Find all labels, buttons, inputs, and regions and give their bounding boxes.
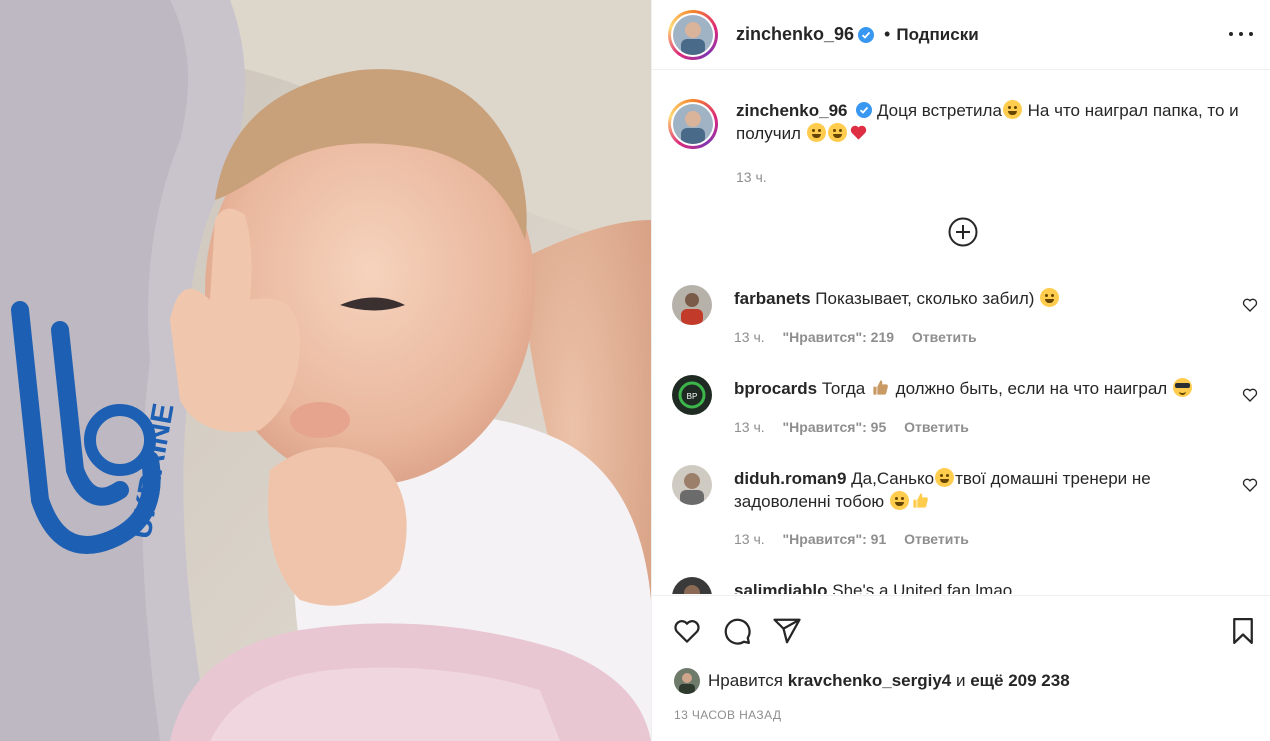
commenter-avatar[interactable]: [672, 285, 712, 325]
laughing-face-emoji-icon: [827, 123, 847, 142]
caption-text-part1: Доця встретила: [876, 101, 1002, 120]
comment-text: salimdiablo She's a United fan lmao: [734, 579, 1234, 594]
comment-time[interactable]: 13 ч.: [734, 329, 765, 345]
save-bookmark-icon[interactable]: [1228, 616, 1258, 646]
author-username[interactable]: zinchenko_96: [736, 24, 854, 45]
post-actions-bar: Нравится kravchenko_sergiy4 и ещё 209 23…: [652, 595, 1270, 741]
verified-badge-icon: [856, 101, 873, 118]
post-header: zinchenko_96 • Подписки: [652, 0, 1270, 70]
comment-likes[interactable]: "Нравится": 91: [783, 531, 887, 547]
commenter-avatar[interactable]: BP: [672, 375, 712, 415]
grinning-sweat-emoji-icon: [935, 468, 955, 487]
comment-like-heart-icon[interactable]: [1242, 387, 1258, 403]
load-more-comments-icon[interactable]: [948, 217, 978, 247]
post-timestamp[interactable]: 13 ЧАСОВ НАЗАД: [674, 708, 781, 722]
likes-middle: и: [955, 671, 966, 690]
reply-button[interactable]: Ответить: [904, 419, 969, 435]
caption-text: zinchenko_96 Доця встретила На что наигр…: [736, 99, 1256, 149]
comment-like-heart-icon[interactable]: [1242, 477, 1258, 493]
reply-button[interactable]: Ответить: [904, 531, 969, 547]
rolling-laughing-emoji-icon: [889, 491, 909, 510]
comment-like-heart-icon[interactable]: [1242, 297, 1258, 313]
comment-time[interactable]: 13 ч.: [734, 531, 765, 547]
comment-likes[interactable]: "Нравится": 219: [783, 329, 894, 345]
author-avatar[interactable]: [668, 9, 718, 60]
thumbs-up-emoji-icon: [871, 378, 890, 397]
liker-username[interactable]: kravchenko_sergiy4: [788, 671, 952, 691]
thumbs-up-emoji-icon: [911, 491, 930, 510]
comment-text: diduh.roman9 Да,Санько твої домашні трене…: [734, 467, 1234, 513]
comment-text: farbanets Показывает, сколько забил): [734, 287, 1234, 310]
photo-illustration: UKRAINE: [0, 0, 651, 741]
caption-timestamp[interactable]: 13 ч.: [736, 169, 767, 185]
like-heart-icon[interactable]: [672, 616, 702, 646]
share-paper-plane-icon[interactable]: [772, 616, 802, 646]
likes-count[interactable]: ещё 209 238: [970, 671, 1069, 691]
comment-likes[interactable]: "Нравится": 95: [783, 419, 887, 435]
comment-meta: 13 ч. "Нравится": 219 Ответить: [734, 329, 977, 345]
comment-body-part1: Да,Санько: [851, 469, 935, 488]
post-photo[interactable]: UKRAINE: [0, 0, 651, 741]
commenter-avatar[interactable]: [672, 465, 712, 505]
comment-body-part1: Тогда: [821, 379, 870, 398]
comment-time[interactable]: 13 ч.: [734, 419, 765, 435]
likes-summary: Нравится kravchenko_sergiy4 и ещё 209 23…: [674, 668, 1070, 694]
crying-face-emoji-icon: [1002, 100, 1022, 119]
comment-body-part2: должно быть, если на что наиграл: [890, 379, 1172, 398]
liker-avatar[interactable]: [674, 668, 700, 694]
verified-badge-icon: [858, 26, 875, 43]
comment-text: bprocards Тогда должно быть, если на что…: [734, 377, 1234, 400]
caption-author-avatar[interactable]: [668, 99, 718, 149]
grinning-face-emoji-icon: [1040, 288, 1060, 307]
commenter-username[interactable]: farbanets: [734, 289, 811, 308]
sunglasses-face-emoji-icon: [1172, 378, 1192, 397]
post-side-panel: zinchenko_96 • Подписки zinchenko_96 Доц…: [651, 0, 1270, 741]
commenter-avatar[interactable]: [672, 577, 712, 594]
svg-text:BP: BP: [687, 392, 698, 401]
commenter-username[interactable]: diduh.roman9: [734, 469, 846, 488]
comment-meta: 13 ч. "Нравится": 91 Ответить: [734, 531, 969, 547]
comments-list[interactable]: zinchenko_96 Доця встретила На что наигр…: [652, 71, 1270, 594]
commenter-username[interactable]: salimdiablo: [734, 581, 828, 594]
comment-meta: 13 ч. "Нравится": 95 Ответить: [734, 419, 969, 435]
header-separator: •: [884, 24, 891, 44]
instagram-post-view: UKRAINE zinchenko_96 • Подписки zinchenk…: [0, 0, 1270, 741]
following-button[interactable]: Подписки: [896, 25, 978, 45]
comment-body: Показывает, сколько забил): [815, 289, 1040, 308]
reply-button[interactable]: Ответить: [912, 329, 977, 345]
caption-username[interactable]: zinchenko_96: [736, 101, 848, 120]
post-caption: zinchenko_96 Доця встретила На что наигр…: [668, 99, 1258, 149]
more-options-icon[interactable]: [1229, 24, 1253, 44]
weary-face-emoji-icon: [806, 123, 826, 142]
red-heart-emoji-icon: [849, 123, 868, 142]
comment-bubble-icon[interactable]: [722, 616, 752, 646]
comment-body: She's a United fan lmao: [832, 581, 1013, 594]
likes-prefix: Нравится: [708, 671, 784, 690]
commenter-username[interactable]: bprocards: [734, 379, 817, 398]
